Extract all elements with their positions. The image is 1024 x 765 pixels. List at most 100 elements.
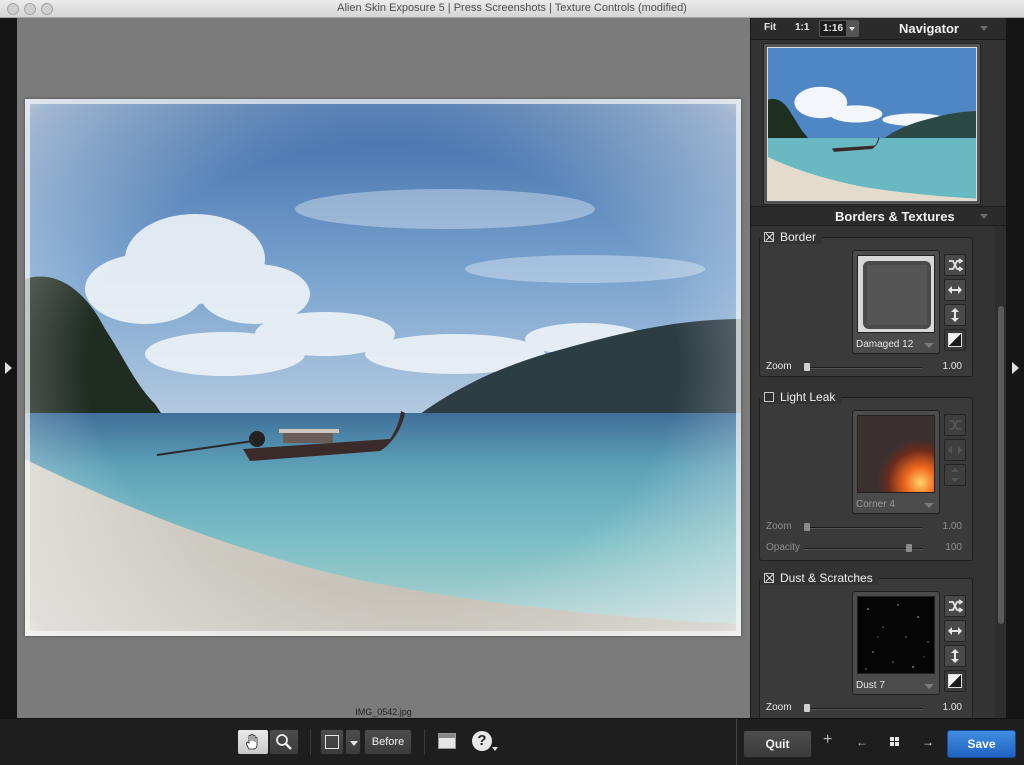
border-zoom-slider[interactable] xyxy=(804,367,922,369)
dust-flip-horizontal-button[interactable] xyxy=(944,620,966,642)
damaged-border-texture-image xyxy=(858,256,934,332)
light-leak-zoom-slider-handle[interactable] xyxy=(804,523,810,531)
border-texture-name: Damaged 12 xyxy=(856,339,914,350)
flip-vertical-icon xyxy=(951,468,959,482)
help-icon: ? xyxy=(477,732,487,749)
dust-texture-preview xyxy=(857,596,935,674)
light-leak-flip-horizontal-button[interactable] xyxy=(944,439,966,461)
borders-textures-title: Borders & Textures xyxy=(835,209,955,224)
border-texture-picker[interactable]: Damaged 12 xyxy=(852,250,940,354)
crop-options-dropdown[interactable] xyxy=(345,729,361,755)
invert-icon xyxy=(948,674,962,688)
dust-flip-vertical-button[interactable] xyxy=(944,645,966,667)
border-invert-button[interactable] xyxy=(944,329,966,351)
border-shuffle-button[interactable] xyxy=(944,254,966,276)
dust-zoom-value: 1.00 xyxy=(942,702,962,713)
chevron-down-icon xyxy=(846,21,858,36)
chevron-down-icon xyxy=(924,684,934,689)
flip-vertical-icon xyxy=(951,308,959,322)
dust-texture-picker[interactable]: Dust 7 xyxy=(852,591,940,695)
border-group-label: Border xyxy=(760,230,823,244)
help-button[interactable]: ? xyxy=(472,731,492,751)
zoom-level-select[interactable]: 1:16 xyxy=(819,20,859,37)
grid-icon[interactable] xyxy=(890,737,899,746)
chevron-down-icon xyxy=(924,503,934,508)
chevron-down-icon xyxy=(924,343,934,348)
light-leak-flip-vertical-button[interactable] xyxy=(944,464,966,486)
right-panel-toggle-strip[interactable] xyxy=(1006,18,1024,718)
light-leak-opacity-slider-row: Opacity 100 xyxy=(760,542,974,556)
chevron-down-icon xyxy=(350,741,358,746)
quit-button[interactable]: Quit xyxy=(743,730,812,758)
flip-horizontal-icon xyxy=(948,627,962,635)
plus-icon[interactable]: + xyxy=(823,732,832,748)
dust-scratches-group: Dust & Scratches Dust 7 Zoom 1.00 xyxy=(759,571,973,718)
magnifier-icon xyxy=(276,734,292,750)
light-leak-zoom-value: 1.00 xyxy=(942,521,962,532)
border-group: Border Damaged 12 Zoom 1.00 xyxy=(759,230,974,377)
light-leak-checkbox[interactable] xyxy=(764,392,774,402)
dust-zoom-slider-handle[interactable] xyxy=(804,704,810,712)
flip-horizontal-icon xyxy=(948,446,962,454)
dust-zoom-label: Zoom xyxy=(766,702,792,713)
zoom-tool-button[interactable] xyxy=(269,729,299,755)
light-leak-group-label: Light Leak xyxy=(760,390,842,404)
light-leak-opacity-slider-handle[interactable] xyxy=(906,544,912,552)
crop-icon xyxy=(325,735,339,749)
invert-icon xyxy=(948,333,962,347)
collapse-borders-textures-icon[interactable] xyxy=(980,214,988,219)
pan-tool-button[interactable] xyxy=(237,729,269,755)
collapse-navigator-icon[interactable] xyxy=(980,26,988,31)
save-button[interactable]: Save xyxy=(947,730,1016,758)
crop-button[interactable] xyxy=(320,729,344,755)
zoom-fit-button[interactable]: Fit xyxy=(764,22,776,33)
border-zoom-slider-row: Zoom 1.00 xyxy=(760,361,974,375)
arrow-left-icon[interactable]: ← xyxy=(856,735,868,749)
navigator-thumbnail[interactable] xyxy=(767,47,977,201)
light-leak-shuffle-button[interactable] xyxy=(944,414,966,436)
border-flip-vertical-button[interactable] xyxy=(944,304,966,326)
before-button[interactable]: Before xyxy=(364,729,412,755)
hand-icon xyxy=(246,733,258,750)
right-panel: Fit 1:1 1:16 Navigator Borders & Texture… xyxy=(750,18,1006,718)
border-checkbox[interactable] xyxy=(764,232,774,242)
light-leak-opacity-value: 100 xyxy=(945,542,962,553)
light-leak-zoom-label: Zoom xyxy=(766,521,792,532)
border-flip-horizontal-button[interactable] xyxy=(944,279,966,301)
border-zoom-slider-handle[interactable] xyxy=(804,363,810,371)
panel-scrollbar[interactable] xyxy=(995,226,1006,718)
beach-photo-image xyxy=(25,99,741,636)
shuffle-icon xyxy=(949,258,963,272)
border-zoom-value: 1.00 xyxy=(942,361,962,372)
flip-horizontal-icon xyxy=(948,286,962,294)
split-view-button[interactable] xyxy=(438,733,456,749)
left-panel-toggle-strip[interactable] xyxy=(0,18,17,718)
dust-shuffle-button[interactable] xyxy=(944,595,966,617)
help-menu-chevron-icon[interactable] xyxy=(492,747,498,751)
light-leak-opacity-slider[interactable] xyxy=(804,548,922,550)
zoom-1-1-button[interactable]: 1:1 xyxy=(795,22,809,33)
image-canvas[interactable]: IMG_0542.jpg xyxy=(17,18,750,718)
panel-scrollbar-thumb[interactable] xyxy=(998,306,1004,624)
border-zoom-label: Zoom xyxy=(766,361,792,372)
light-leak-corner-texture-image xyxy=(858,416,934,492)
expand-left-panel-icon[interactable] xyxy=(5,362,12,374)
dust-texture-name: Dust 7 xyxy=(856,680,885,691)
border-label: Border xyxy=(780,230,817,244)
border-texture-preview xyxy=(857,255,935,333)
expand-right-panel-icon[interactable] xyxy=(1012,362,1019,374)
preview-photo[interactable] xyxy=(25,99,741,636)
save-button-label: Save xyxy=(967,737,996,751)
bottom-toolbar: Before ? Quit + ← → Save xyxy=(0,718,1024,765)
light-leak-zoom-slider[interactable] xyxy=(804,527,922,529)
navigator-title: Navigator xyxy=(899,21,959,36)
dust-scratches-group-label: Dust & Scratches xyxy=(760,571,879,585)
dust-zoom-slider[interactable] xyxy=(804,708,922,710)
title-bar: Alien Skin Exposure 5 | Press Screenshot… xyxy=(0,0,1024,18)
dust-scratches-checkbox[interactable] xyxy=(764,573,774,583)
arrow-right-icon[interactable]: → xyxy=(922,735,934,749)
light-leak-texture-name: Corner 4 xyxy=(856,499,895,510)
light-leak-texture-picker[interactable]: Corner 4 xyxy=(852,410,940,514)
toolbar-separator xyxy=(736,719,737,765)
dust-invert-button[interactable] xyxy=(944,670,966,692)
